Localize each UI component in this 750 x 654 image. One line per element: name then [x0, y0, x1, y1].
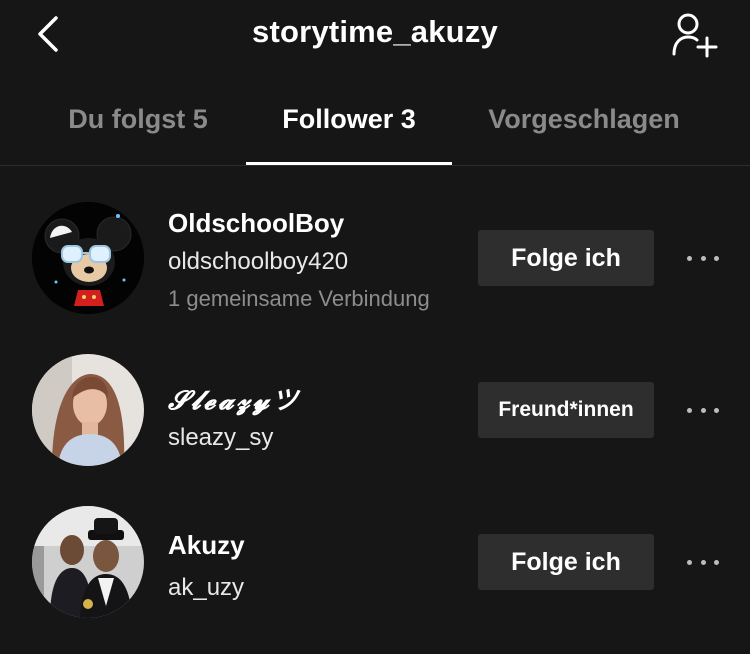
header: storytime_akuzy — [0, 0, 750, 72]
list-item[interactable]: OldschoolBoy oldschoolboy420 1 gemeinsam… — [0, 188, 750, 328]
following-button[interactable]: Folge ich — [478, 534, 654, 590]
dot — [700, 559, 706, 565]
dot — [714, 559, 719, 565]
dot — [687, 407, 692, 413]
more-options-button[interactable] — [684, 398, 722, 422]
woman-avatar-icon — [32, 354, 144, 466]
page-title: storytime_akuzy — [252, 14, 498, 49]
tab-suggested[interactable]: Vorgeschlagen — [476, 104, 692, 135]
list-item[interactable]: 𝓢𝓵𝓮𝓪𝔃𝔂ツ sleazy_sy Freund*innen — [0, 340, 750, 480]
dot — [714, 407, 719, 413]
tab-bar: Du folgst 5 Follower 3 Vorgeschlagen — [0, 96, 750, 166]
dot — [687, 559, 692, 565]
follower-name[interactable]: 𝓢𝓵𝓮𝓪𝔃𝔂ツ — [168, 380, 301, 417]
dot — [700, 407, 706, 413]
dot — [714, 255, 719, 261]
list-item[interactable]: Akuzy ak_uzy Folge ich — [0, 492, 750, 632]
following-button[interactable]: Folge ich — [478, 230, 654, 286]
more-options-button[interactable] — [684, 246, 722, 270]
avatar[interactable] — [32, 202, 144, 314]
add-user-button[interactable] — [670, 12, 720, 58]
friends-button[interactable]: Freund*innen — [478, 382, 654, 438]
follower-username[interactable]: oldschoolboy420 — [168, 248, 348, 276]
follower-username[interactable]: sleazy_sy — [168, 424, 273, 452]
add-user-icon — [672, 13, 718, 58]
tab-following[interactable]: Du folgst 5 — [58, 104, 218, 135]
avatar[interactable] — [32, 506, 144, 618]
avatar[interactable] — [32, 354, 144, 466]
follower-username[interactable]: ak_uzy — [168, 574, 244, 602]
tab-followers[interactable]: Follower 3 — [246, 104, 452, 135]
mickey-avatar-icon — [32, 202, 144, 314]
active-tab-indicator — [246, 162, 452, 165]
dot — [687, 255, 692, 261]
men-photo-avatar-icon — [32, 506, 144, 618]
dot — [700, 255, 706, 261]
more-options-button[interactable] — [684, 550, 722, 574]
mutual-connections: 1 gemeinsame Verbindung — [168, 286, 430, 311]
follower-name[interactable]: OldschoolBoy — [168, 208, 344, 239]
follower-name[interactable]: Akuzy — [168, 530, 245, 561]
